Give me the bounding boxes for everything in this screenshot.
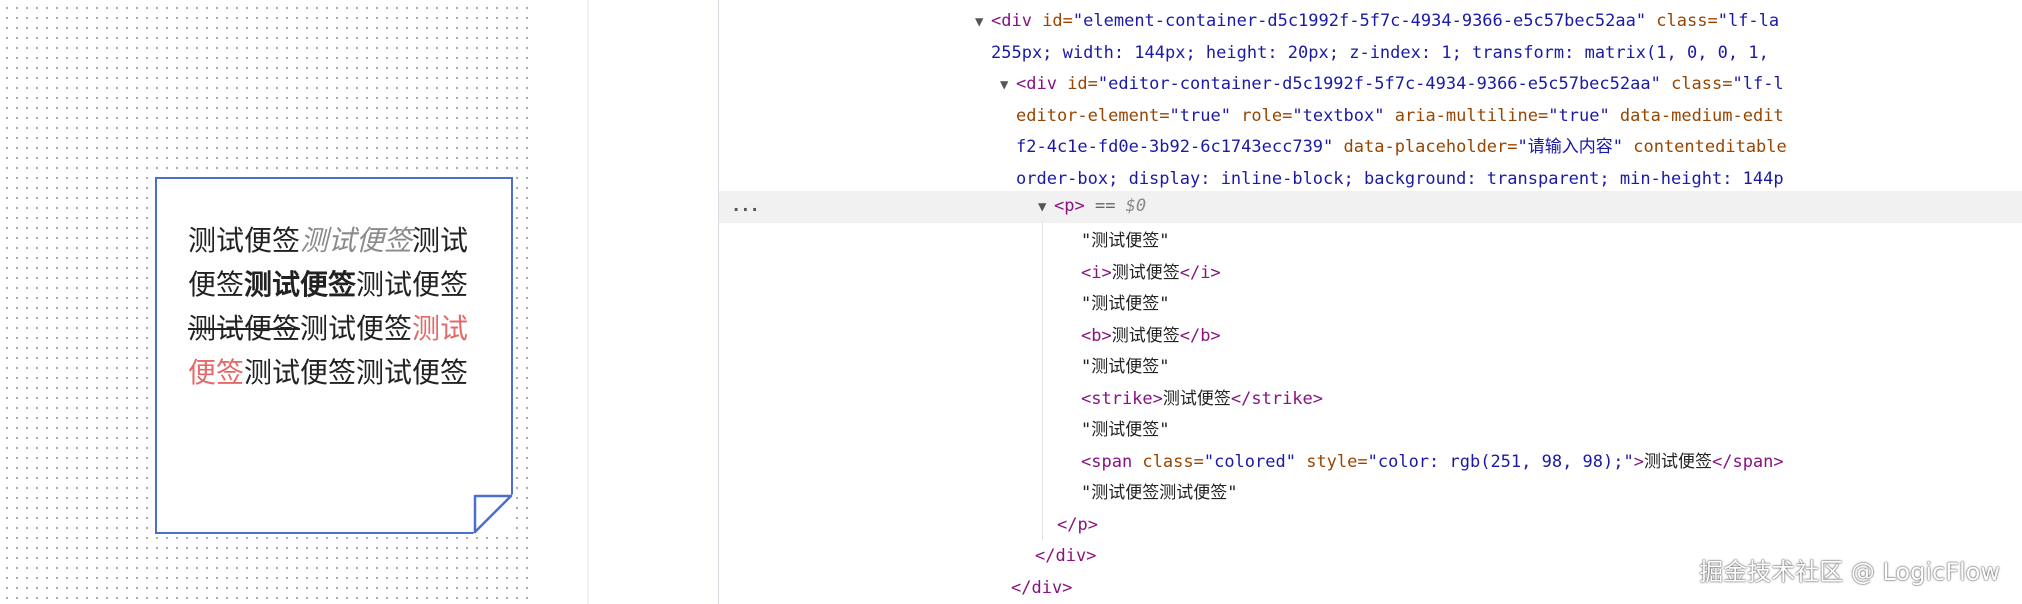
dom-row-p-close[interactable]: </p> <box>719 510 2022 542</box>
dom-row-editor-container[interactable]: ▼ <div id="editor-container-d5c1992f-5f7c… <box>719 69 2022 101</box>
tag: > <box>1633 451 1644 472</box>
tag: <div <box>991 11 1043 31</box>
text-plain: 测试便签 <box>300 312 413 345</box>
tag: </b> <box>1179 325 1221 346</box>
dom-row-b[interactable]: <b>测试便签</b> <box>719 321 2022 353</box>
tag: <b> <box>1081 325 1112 346</box>
dom-row-text[interactable]: "测试便签测试便签" <box>719 478 2022 510</box>
attr-name: aria-multiline= <box>1384 105 1549 126</box>
dom-row-element-container[interactable]: ▼ <div id="element-container-d5c1992f-5f7… <box>719 6 2022 38</box>
equals-sign: == <box>1084 196 1126 216</box>
expand-triangle-icon[interactable]: ▼ <box>1038 192 1054 224</box>
devtools-elements-panel: . . . . . . . ▼<div id="element-containe… <box>719 0 2022 604</box>
dom-row-text[interactable]: "测试便签" <box>719 415 2022 447</box>
text-strike: 测试便签 <box>188 312 301 345</box>
panel-divider[interactable] <box>587 0 589 604</box>
dom-row-span-colored[interactable]: <span class="colored" style="color: rgb(… <box>719 447 2022 479</box>
attr-name: id= <box>1042 11 1073 31</box>
dom-row-p-selected[interactable]: ... ▼ <p> == $0 <box>719 191 2022 223</box>
attr-value: "true" <box>1169 105 1231 126</box>
attr-value: "element-container-d5c1992f-5f7c-4934-93… <box>1072 11 1647 31</box>
tag: </span> <box>1711 451 1784 472</box>
text-italic: 测试便签 <box>300 224 413 257</box>
attr-name: class= <box>1660 74 1733 94</box>
expand-triangle-icon[interactable]: ▼ <box>1000 70 1016 102</box>
attr-name: class= <box>1646 11 1718 31</box>
dom-row-i[interactable]: <i>测试便签</i> <box>719 258 2022 290</box>
text: 测试便签 <box>1162 388 1231 409</box>
attr-name: contenteditable <box>1623 137 1787 157</box>
attr-value: "color: rgb(251, 98, 98);" <box>1367 451 1634 472</box>
attr-name: data-placeholder= <box>1333 137 1518 157</box>
dom-row-text[interactable]: "测试便签" <box>719 289 2022 321</box>
more-options-icon[interactable]: ... <box>731 191 760 223</box>
dom-row-text[interactable]: "测试便签" <box>719 352 2022 384</box>
attr-value: "textbox" <box>1292 105 1385 126</box>
dom-row-strike[interactable]: <strike>测试便签</strike> <box>719 384 2022 416</box>
attr-name: data-medium-edit <box>1609 105 1784 126</box>
console-ref: $0 <box>1125 196 1147 216</box>
text-plain: 测试便签 <box>188 224 301 257</box>
dom-row-attrs: editor-element="true" role="textbox" ari… <box>719 101 2022 133</box>
tag: <p> <box>1054 196 1085 216</box>
tag: </i> <box>1179 262 1221 283</box>
attr-name: role= <box>1230 105 1293 126</box>
attr-value: f2-4c1e-fd0e-3b92-6c1743ecc739" <box>1016 137 1334 157</box>
text-plain: 测试便签测试便签 <box>244 356 469 389</box>
note-rich-text[interactable]: 测试便签测试便签测试便签测试便签测试便签测试便签测试便签测试便签测试便签测试便签 <box>188 219 470 395</box>
expand-triangle-icon[interactable]: ▼ <box>975 7 991 39</box>
tag: <i> <box>1081 262 1112 283</box>
tag: <div <box>1016 74 1068 94</box>
text: 测试便签 <box>1111 325 1180 346</box>
sticky-note-node[interactable]: 测试便签测试便签测试便签测试便签测试便签测试便签测试便签测试便签测试便签测试便签 <box>155 177 513 534</box>
text: 测试便签 <box>1111 262 1180 283</box>
text-plain: 测试便签 <box>356 268 469 301</box>
attr-name: style= <box>1295 451 1368 472</box>
attr-name: editor-element= <box>1016 105 1170 126</box>
dom-row-attrs: f2-4c1e-fd0e-3b92-6c1743ecc739" data-pla… <box>719 132 2022 164</box>
attr-name: id= <box>1067 74 1098 94</box>
attr-value: "请输入内容" <box>1517 137 1623 157</box>
dom-row-text[interactable]: "测试便签" <box>719 226 2022 258</box>
text-bold: 测试便签 <box>244 268 357 301</box>
attr-value: "editor-container-d5c1992f-5f7c-4934-936… <box>1097 74 1661 94</box>
watermark: 掘金技术社区 @ LogicFlow <box>1699 558 2000 586</box>
tag: </strike> <box>1230 388 1324 409</box>
attr-value: "lf-l <box>1732 74 1784 94</box>
tag: <span <box>1081 451 1143 472</box>
folded-corner-icon <box>473 494 513 534</box>
attr-value: "true" <box>1548 105 1610 126</box>
text: 测试便签 <box>1643 451 1712 472</box>
attr-value: "lf-la <box>1717 11 1780 31</box>
tag: <strike> <box>1081 388 1163 409</box>
dom-row-style-cont: 255px; width: 144px; height: 20px; z-ind… <box>991 42 1769 63</box>
attr-name: class= <box>1142 451 1204 472</box>
attr-value: "colored" <box>1203 451 1296 472</box>
